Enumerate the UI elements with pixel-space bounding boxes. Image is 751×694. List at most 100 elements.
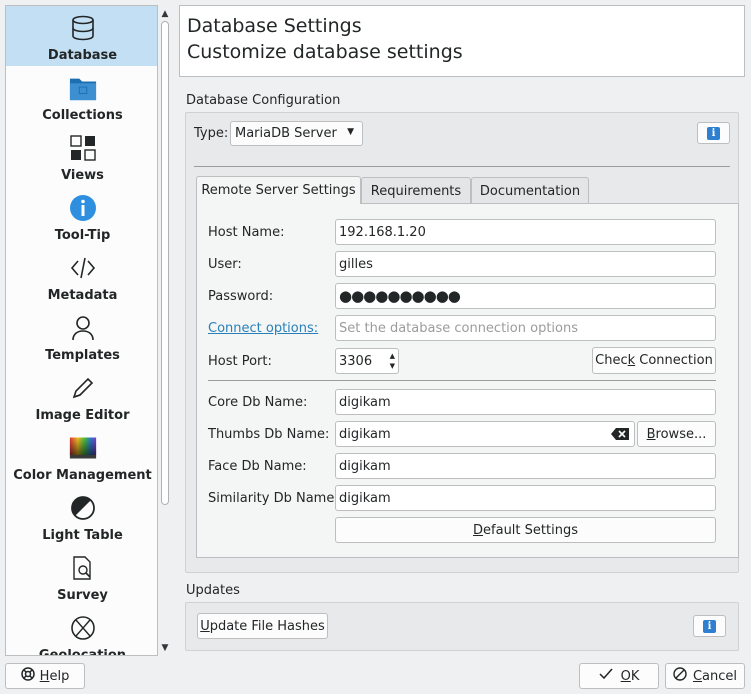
updates-group-title: Updates — [186, 583, 240, 598]
similarity-db-name-label: Similarity Db Name: — [208, 491, 339, 506]
sidebar-item-label: Tool-Tip — [54, 228, 111, 243]
tab-remote-server-settings[interactable]: Remote Server Settings — [196, 176, 361, 204]
scroll-down-arrow-icon[interactable]: ▼ — [158, 641, 172, 655]
btn-text: K — [630, 668, 640, 684]
sidebar-item-label: Metadata — [47, 288, 118, 303]
btn-text: efault Settings — [483, 522, 578, 538]
sidebar-item-label: Views — [61, 168, 104, 183]
database-type-value: MariaDB Server — [235, 126, 337, 141]
tab-requirements[interactable]: Requirements — [361, 177, 471, 204]
cancel-button[interactable]: Cancel — [665, 663, 745, 689]
user-label: User: — [208, 257, 242, 272]
connect-options-link[interactable]: Connect options: — [208, 321, 318, 336]
btn-text: elp — [49, 668, 70, 684]
cancel-circle-icon — [673, 667, 687, 685]
db-config-group-title: Database Configuration — [186, 93, 341, 108]
face-db-name-label: Face Db Name: — [208, 459, 307, 474]
sidebar-item-collections[interactable]: Collections — [6, 66, 157, 126]
clear-icon[interactable] — [611, 428, 629, 444]
database-type-select[interactable]: MariaDB Server ▼ — [230, 121, 363, 146]
btn-text: pdate File Hashes — [209, 618, 325, 634]
thumbs-db-name-value: digikam — [339, 426, 391, 442]
btn-text: rowse... — [655, 426, 707, 442]
host-port-value: 3306 — [339, 353, 373, 369]
host-name-input[interactable]: 192.168.1.20 — [335, 219, 716, 245]
db-info-button[interactable]: i — [697, 122, 730, 144]
database-icon — [69, 14, 97, 42]
password-input[interactable]: ●●●●●●●●●● — [335, 283, 716, 309]
btn-text: ancel — [702, 668, 738, 684]
scroll-up-arrow-icon[interactable]: ▲ — [158, 7, 172, 21]
sidebar-item-label: Survey — [57, 588, 108, 603]
sidebar-item-database[interactable]: Database — [6, 6, 157, 66]
page-header: Database Settings Customize database set… — [179, 5, 745, 77]
info-icon — [69, 194, 97, 222]
host-port-spinbox[interactable]: 3306 ▲ ▼ — [335, 348, 399, 374]
update-file-hashes-button[interactable]: Update File Hashes — [197, 613, 328, 639]
thumbs-db-name-label: Thumbs Db Name: — [208, 427, 330, 442]
ok-button[interactable]: OK — [579, 663, 659, 689]
sidebar-item-metadata[interactable]: Metadata — [6, 246, 157, 306]
similarity-db-name-input[interactable]: digikam — [335, 485, 716, 511]
host-name-label: Host Name: — [208, 225, 285, 240]
check-connection-button[interactable]: Chec k Connection — [592, 347, 716, 374]
btn-mnemonic: C — [692, 668, 703, 684]
page-subtitle: Customize database settings — [187, 41, 463, 63]
sidebar-item-label: Collections — [42, 108, 123, 123]
divider — [208, 380, 716, 381]
half-circle-icon — [69, 494, 97, 522]
sidebar-item-label: Color Management — [13, 468, 152, 483]
sidebar-item-tool-tip[interactable]: Tool-Tip — [6, 186, 157, 246]
page-title: Database Settings — [187, 15, 362, 37]
info-icon: i — [703, 619, 716, 633]
type-label: Type: — [194, 126, 229, 141]
globe-icon — [69, 614, 97, 642]
info-icon: i — [707, 126, 720, 140]
sidebar-item-image-editor[interactable]: Image Editor — [6, 366, 157, 426]
password-label: Password: — [208, 289, 274, 304]
sidebar-scrollbar[interactable]: ▲ ▼ — [158, 5, 172, 656]
sidebar-item-label: Templates — [45, 348, 120, 363]
sidebar-item-views[interactable]: Views — [6, 126, 157, 186]
user-icon — [69, 314, 97, 342]
chevron-down-icon: ▼ — [347, 127, 354, 137]
tab-label: Documentation — [479, 183, 581, 199]
btn-mnemonic: B — [646, 426, 656, 442]
btn-mnemonic: H — [39, 668, 50, 684]
help-button[interactable]: Help — [5, 663, 85, 689]
lifebuoy-icon — [20, 667, 35, 685]
sidebar-item-label: Database — [47, 48, 118, 63]
sidebar-item-label: Geolocation — [38, 648, 127, 656]
sidebar-item-survey[interactable]: Survey — [6, 546, 157, 606]
sidebar-item-geolocation[interactable]: Geolocation — [6, 606, 157, 656]
btn-mnemonic: U — [200, 618, 210, 634]
user-input[interactable]: gilles — [335, 251, 716, 277]
sidebar-item-light-table[interactable]: Light Table — [6, 486, 157, 546]
checkmark-icon — [599, 668, 613, 684]
btn-mnemonic: k — [627, 353, 636, 368]
thumbs-db-name-input[interactable]: digikam — [335, 421, 635, 447]
color-gradient-icon — [69, 434, 97, 462]
btn-text: Chec — [595, 353, 628, 368]
spin-arrows-icon[interactable]: ▲ ▼ — [390, 351, 395, 371]
folder-icon — [69, 74, 97, 102]
divider — [194, 166, 730, 167]
tab-label: Remote Server Settings — [201, 183, 356, 198]
updates-info-button[interactable]: i — [693, 615, 726, 637]
face-db-name-input[interactable]: digikam — [335, 453, 716, 479]
sidebar-item-templates[interactable]: Templates — [6, 306, 157, 366]
views-grid-icon — [69, 134, 97, 162]
core-db-name-input[interactable]: digikam — [335, 389, 716, 415]
sidebar-item-label: Image Editor — [35, 408, 130, 423]
connect-options-input[interactable]: Set the database connection options — [335, 315, 716, 341]
btn-mnemonic: D — [473, 522, 484, 538]
sidebar-item-color-management[interactable]: Color Management — [6, 426, 157, 486]
code-icon — [69, 254, 97, 282]
tab-label: Requirements — [370, 183, 462, 199]
browse-button[interactable]: Browse... — [637, 421, 716, 447]
default-settings-button[interactable]: Default Settings — [335, 517, 716, 543]
tab-documentation[interactable]: Documentation — [471, 177, 589, 204]
core-db-name-label: Core Db Name: — [208, 395, 308, 410]
btn-mnemonic: O — [620, 668, 631, 684]
scrollbar-thumb[interactable] — [161, 21, 169, 505]
